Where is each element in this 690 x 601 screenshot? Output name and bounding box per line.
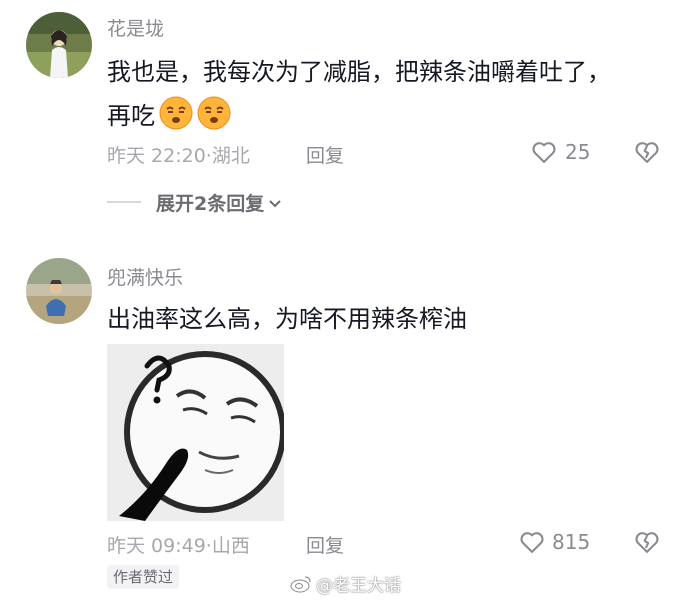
dislike-button[interactable]	[633, 138, 661, 170]
comment-text: 出油率这么高，为啥不用辣条榨油	[107, 305, 467, 333]
comment-sticker[interactable]	[107, 344, 286, 521]
comment-meta: 昨天 22:20·湖北	[107, 141, 250, 168]
broken-heart-icon	[635, 142, 659, 163]
reply-button[interactable]: 回复	[306, 531, 344, 558]
like-count: 815	[552, 530, 591, 554]
comment-text: 我也是，我每次为了减脂，把辣条油嚼着吐了， 再吃	[107, 50, 667, 138]
like-button[interactable]: 25	[530, 138, 590, 166]
comment-time: 昨天 22:20	[107, 145, 206, 167]
chevron-down-icon	[269, 199, 281, 207]
comment-time: 昨天 09:49	[107, 535, 206, 557]
heart-icon	[532, 142, 556, 163]
weibo-logo-icon	[290, 575, 311, 592]
comment-location: 湖北	[211, 145, 250, 167]
avatar-image	[26, 12, 92, 78]
comment-username[interactable]: 兜满快乐	[107, 263, 183, 290]
avatar[interactable]	[26, 12, 92, 78]
comment-text-line: 再吃	[107, 94, 667, 138]
divider-line	[107, 201, 141, 203]
comment-text-fragment: 再吃	[107, 102, 155, 130]
dislike-button[interactable]	[633, 528, 661, 560]
comment-username[interactable]: 花是垅	[107, 14, 164, 41]
comment-meta: 昨天 09:49·山西	[107, 531, 250, 558]
avatar-image	[26, 258, 92, 324]
avatar[interactable]	[26, 258, 92, 324]
like-count: 25	[565, 140, 591, 164]
like-button[interactable]: 815	[518, 528, 590, 556]
comment-text-line: 我也是，我每次为了减脂，把辣条油嚼着吐了，	[107, 58, 611, 86]
smirk-face-icon	[197, 96, 231, 130]
watermark: @老王大话	[290, 571, 401, 596]
smirk-face-icon	[159, 96, 193, 130]
broken-heart-icon	[635, 532, 659, 553]
heart-icon	[520, 532, 544, 553]
thinking-meme-sticker	[107, 344, 286, 521]
expand-replies-label: 展开2条回复	[156, 193, 265, 215]
expand-replies-button[interactable]: 展开2条回复	[156, 189, 283, 216]
author-liked-badge: 作者赞过	[107, 565, 180, 589]
comment-location: 山西	[211, 535, 250, 557]
watermark-text: @老王大话	[316, 576, 401, 596]
reply-button[interactable]: 回复	[306, 141, 344, 168]
